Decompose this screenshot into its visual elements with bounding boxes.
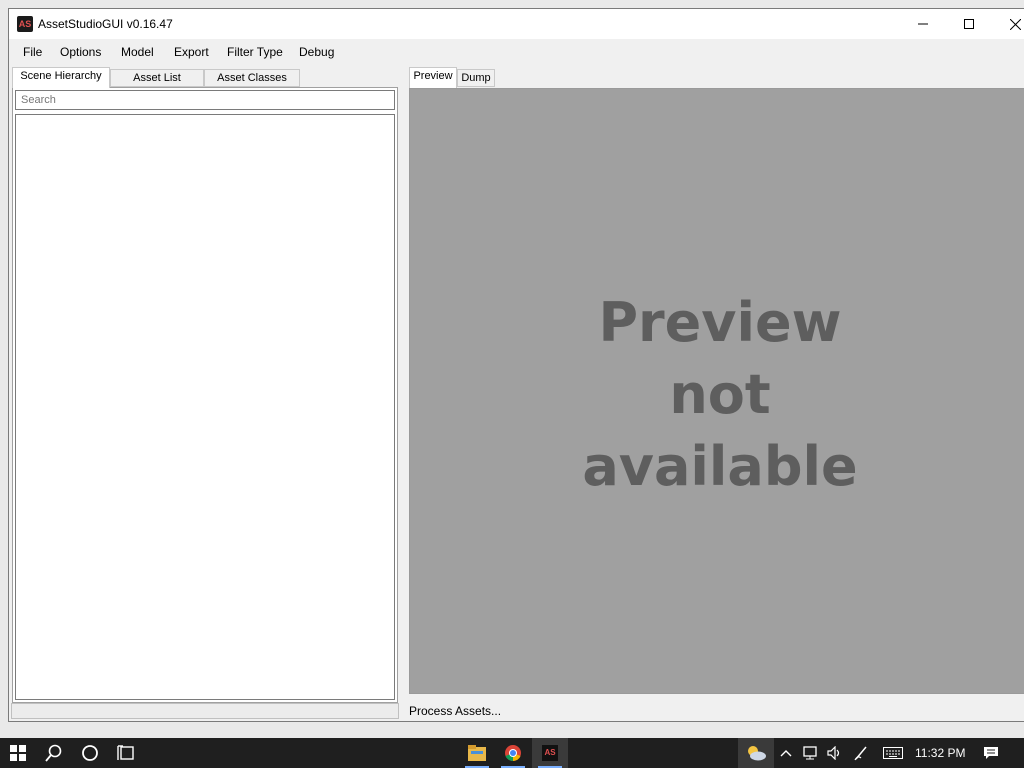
task-view-button[interactable] [108,738,144,768]
status-bar: Process Assets... [406,701,1024,721]
preview-area: Preview not available [409,88,1024,694]
network-button[interactable] [798,738,824,768]
pen-icon [854,746,867,761]
minimize-icon [918,23,928,25]
touch-keyboard-button[interactable] [878,738,908,768]
network-icon [803,746,817,760]
weather-icon [748,746,766,761]
pen-button[interactable] [848,738,874,768]
menu-export[interactable]: Export [174,45,209,59]
windows-icon [10,745,26,761]
volume-button[interactable] [822,738,848,768]
right-panel: Preview Dump Preview not available [406,67,1024,703]
menu-model[interactable]: Model [121,45,154,59]
scene-tree-view[interactable] [15,114,395,700]
tab-dump[interactable]: Dump [457,69,495,87]
taskbar: AS 11:32 PM [0,738,1024,768]
maximize-button[interactable] [946,9,992,39]
task-view-icon [117,745,134,760]
action-center-button[interactable] [976,738,1006,768]
tab-preview[interactable]: Preview [409,67,457,88]
status-bar-left [11,703,399,719]
menu-filter-type[interactable]: Filter Type [227,45,283,59]
preview-not-available-text: Preview not available [582,291,858,498]
clock[interactable]: 11:32 PM [915,746,965,760]
weather-button[interactable] [738,738,774,768]
search-icon [45,744,62,762]
search-button[interactable] [36,738,72,768]
file-explorer-icon [468,745,486,761]
tab-asset-classes[interactable]: Asset Classes [204,69,300,87]
left-panel: Scene Hierarchy Asset List Asset Classes [12,67,398,703]
menu-bar: File Options Model Export Filter Type De… [9,39,1024,65]
search-input[interactable] [15,90,395,110]
app-window: AS AssetStudioGUI v0.16.47 File Options … [8,8,1024,722]
minimize-button[interactable] [900,9,946,39]
tab-asset-list[interactable]: Asset List [110,69,204,87]
taskbar-chrome[interactable] [495,738,531,768]
cortana-icon [82,745,98,761]
tab-scene-hierarchy[interactable]: Scene Hierarchy [12,67,110,88]
assetstudio-icon: AS [542,745,558,761]
keyboard-icon [883,747,903,759]
taskbar-assetstudio[interactable]: AS [532,738,568,768]
show-hidden-icons-button[interactable] [774,738,798,768]
window-title: AssetStudioGUI v0.16.47 [38,17,173,31]
chrome-icon [505,745,521,762]
close-icon [1009,18,1021,30]
assetstudio-app-icon: AS [17,16,33,32]
scene-hierarchy-panel [12,87,398,703]
cortana-button[interactable] [72,738,108,768]
menu-options[interactable]: Options [60,45,101,59]
menu-file[interactable]: File [23,45,42,59]
chevron-up-icon [780,750,792,757]
title-bar[interactable]: AS AssetStudioGUI v0.16.47 [9,9,1024,39]
notification-icon [984,747,998,759]
volume-icon [827,746,840,760]
start-button[interactable] [0,738,36,768]
taskbar-file-explorer[interactable] [459,738,495,768]
maximize-icon [964,19,974,29]
menu-debug[interactable]: Debug [299,45,334,59]
status-text: Process Assets... [409,704,502,718]
panel-splitter[interactable] [398,67,406,703]
close-button[interactable] [992,9,1024,39]
